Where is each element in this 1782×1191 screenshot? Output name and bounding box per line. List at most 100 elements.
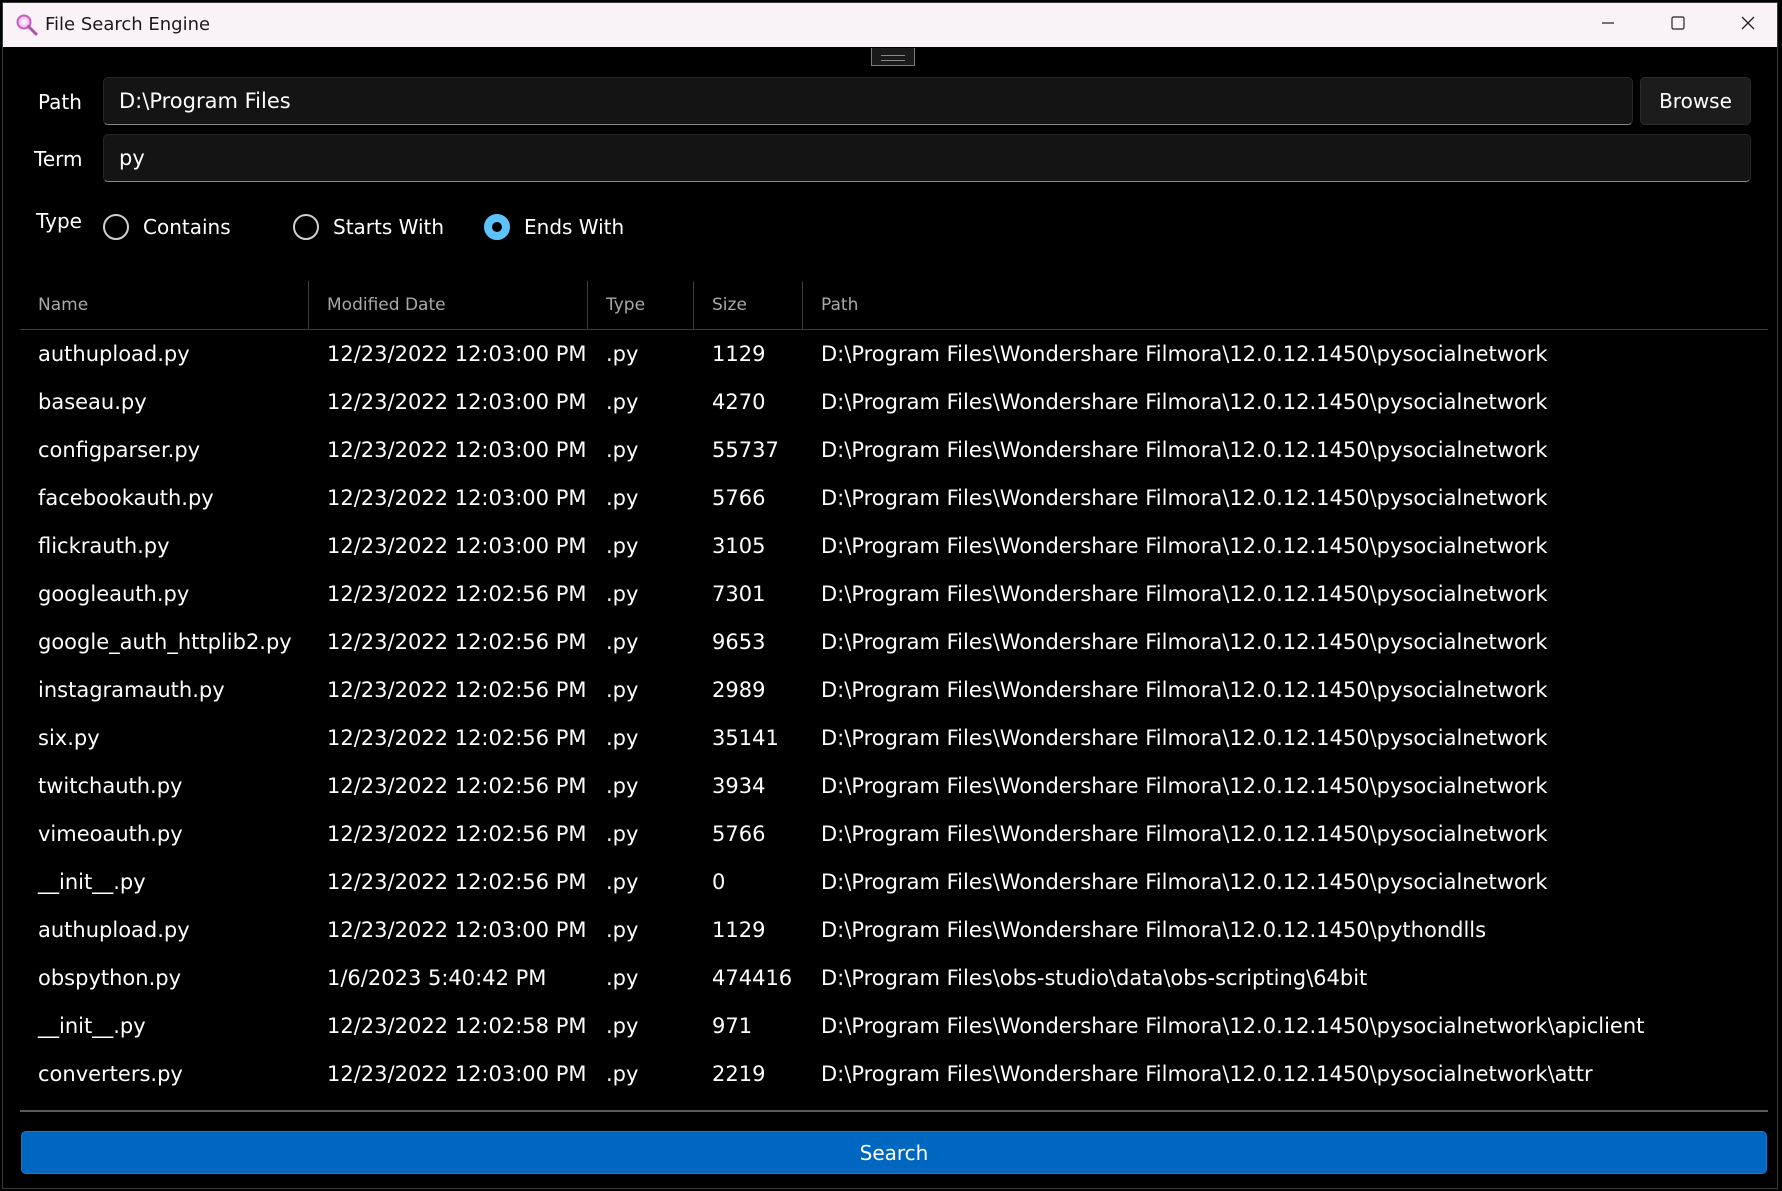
cell-path: D:\Program Files\Wondershare Filmora\12.… [821,726,1548,750]
maximize-button[interactable] [1643,3,1713,47]
cell-modified-date: 12/23/2022 12:02:58 PM [327,1014,587,1038]
cell-type: .py [606,1062,639,1086]
magnifier-icon [15,13,39,37]
table-row[interactable]: flickrauth.py 12/23/2022 12:03:00 PM .py 31… [20,522,1768,570]
divider [20,1110,1768,1112]
cell-type: .py [606,678,639,702]
cell-type: .py [606,822,639,846]
cell-path: D:\Program Files\Wondershare Filmora\12.… [821,822,1548,846]
cell-size: 7301 [712,582,766,606]
column-divider[interactable] [802,281,803,329]
table-row[interactable]: baseau.py 12/23/2022 12:03:00 PM .py 4270 D:… [20,378,1768,426]
title-bar[interactable]: File Search Engine [3,3,1777,47]
cell-modified-date: 12/23/2022 12:03:00 PM [327,486,587,510]
cell-size: 1129 [712,918,766,942]
cell-modified-date: 12/23/2022 12:02:56 PM [327,774,587,798]
radio-selected-icon [484,214,510,240]
cell-name: flickrauth.py [38,534,170,558]
term-input-value: py [119,146,145,170]
cell-name: twitchauth.py [38,774,183,798]
cell-path: D:\Program Files\Wondershare Filmora\12.… [821,774,1548,798]
cell-modified-date: 12/23/2022 12:02:56 PM [327,678,587,702]
close-button[interactable] [1713,3,1777,47]
cell-name: __init__.py [38,870,146,894]
cell-size: 5766 [712,486,766,510]
cell-modified-date: 12/23/2022 12:02:56 PM [327,630,587,654]
browse-button[interactable]: Browse [1640,77,1751,125]
radio-starts-with[interactable]: Starts With [293,211,444,243]
cell-path: D:\Program Files\Wondershare Filmora\12.… [821,438,1548,462]
cell-type: .py [606,870,639,894]
search-button[interactable]: Search [21,1131,1767,1174]
column-header-name[interactable]: Name [38,281,88,329]
column-divider[interactable] [693,281,694,329]
column-header-modified-date[interactable]: Modified Date [327,281,446,329]
cell-name: obspython.py [38,966,182,990]
cell-type: .py [606,774,639,798]
cell-path: D:\Program Files\obs-studio\data\obs-scr… [821,966,1368,990]
cell-size: 55737 [712,438,779,462]
table-row[interactable]: obspython.py 1/6/2023 5:40:42 PM .py 474416… [20,954,1768,1002]
table-row[interactable]: google_auth_httplib2.py 12/23/2022 12:02:… [20,618,1768,666]
radio-ends-with-label: Ends With [524,215,625,239]
cell-path: D:\Program Files\Wondershare Filmora\12.… [821,486,1548,510]
app-window: File Search Engine Path D:\Program Files… [2,2,1778,1189]
radio-ends-with[interactable]: Ends With [484,211,624,243]
path-input[interactable]: D:\Program Files [103,77,1633,125]
cell-path: D:\Program Files\Wondershare Filmora\12.… [821,534,1548,558]
cell-name: baseau.py [38,390,147,414]
table-row[interactable]: converters.py 12/23/2022 12:03:00 PM .py 22… [20,1050,1768,1098]
table-row[interactable]: authupload.py 12/23/2022 12:03:00 PM .py 11… [20,330,1768,378]
radio-contains[interactable]: Contains [103,211,231,243]
results-table-header: Name Modified Date Type Size Path [20,281,1768,330]
cell-size: 2219 [712,1062,766,1086]
table-row[interactable]: six.py 12/23/2022 12:02:56 PM .py 35141 D:\P… [20,714,1768,762]
path-label: Path [38,90,82,114]
cell-modified-date: 12/23/2022 12:03:00 PM [327,342,587,366]
table-row[interactable]: vimeoauth.py 12/23/2022 12:02:56 PM .py 576… [20,810,1768,858]
cell-size: 0 [712,870,726,894]
column-header-path[interactable]: Path [821,281,858,329]
cell-type: .py [606,342,639,366]
table-row[interactable]: facebookauth.py 12/23/2022 12:03:00 PM .py… [20,474,1768,522]
table-row[interactable]: twitchauth.py 12/23/2022 12:02:56 PM .py 39… [20,762,1768,810]
cell-type: .py [606,390,639,414]
cell-type: .py [606,1014,639,1038]
type-label: Type [36,209,82,233]
radio-starts-with-label: Starts With [333,215,445,239]
cell-type: .py [606,966,639,990]
table-row[interactable]: authupload.py 12/23/2022 12:03:00 PM .py 11… [20,906,1768,954]
cell-modified-date: 12/23/2022 12:03:00 PM [327,918,587,942]
splitter-grip-handle[interactable] [871,48,915,66]
cell-size: 4270 [712,390,766,414]
cell-modified-date: 12/23/2022 12:02:56 PM [327,726,587,750]
column-header-type[interactable]: Type [606,281,645,329]
table-row[interactable]: googleauth.py 12/23/2022 12:02:56 PM .py 73… [20,570,1768,618]
cell-name: googleauth.py [38,582,190,606]
cell-type: .py [606,630,639,654]
close-icon [1740,15,1756,35]
column-divider[interactable] [587,281,588,329]
cell-size: 3105 [712,534,766,558]
cell-modified-date: 12/23/2022 12:03:00 PM [327,534,587,558]
table-row[interactable]: __init__.py 12/23/2022 12:02:56 PM .py 0 D:\… [20,858,1768,906]
cell-size: 2989 [712,678,766,702]
cell-modified-date: 12/23/2022 12:02:56 PM [327,870,587,894]
cell-size: 35141 [712,726,779,750]
column-divider[interactable] [308,281,309,329]
table-row[interactable]: __init__.py 12/23/2022 12:02:58 PM .py 971 D… [20,1002,1768,1050]
column-header-size[interactable]: Size [712,281,747,329]
cell-name: six.py [38,726,100,750]
table-row[interactable]: instagramauth.py 12/23/2022 12:02:56 PM .p… [20,666,1768,714]
cell-path: D:\Program Files\Wondershare Filmora\12.… [821,918,1487,942]
cell-path: D:\Program Files\Wondershare Filmora\12.… [821,678,1548,702]
table-row[interactable]: configparser.py 12/23/2022 12:03:00 PM .py… [20,426,1768,474]
term-label: Term [34,147,83,171]
cell-name: authupload.py [38,918,190,942]
path-input-value: D:\Program Files [119,89,291,113]
minimize-icon [1600,15,1616,35]
minimize-button[interactable] [1573,3,1643,47]
window-title: File Search Engine [45,14,211,35]
term-input[interactable]: py [103,134,1751,182]
cell-type: .py [606,486,639,510]
